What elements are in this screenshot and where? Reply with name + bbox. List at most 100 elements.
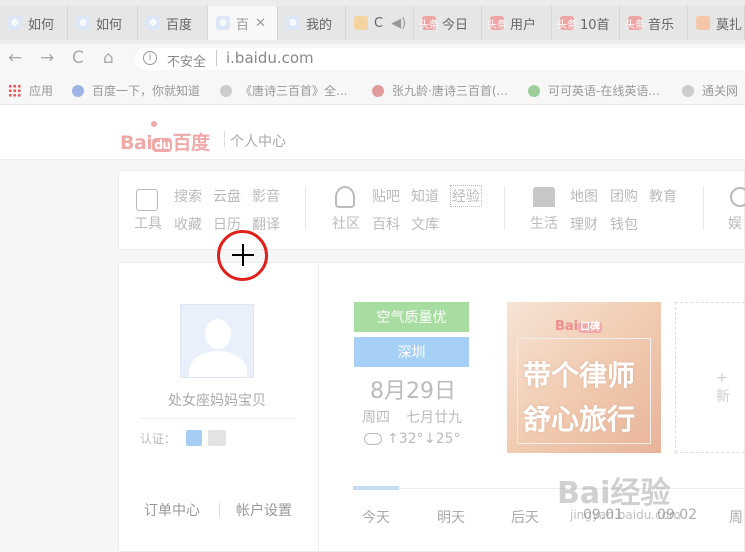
lunar-date: 七月廿九 <box>406 410 462 426</box>
apps-grid-icon <box>8 84 21 97</box>
header-divider <box>224 131 225 147</box>
forecast-tomorrow[interactable]: 明天 <box>437 507 465 527</box>
tools-label[interactable]: 工具 <box>134 213 162 233</box>
site-icon <box>372 84 384 97</box>
services-bar <box>118 170 745 250</box>
service-wenku[interactable]: 文库 <box>411 214 439 234</box>
temp-low: ↓25° <box>424 431 461 447</box>
bookmark-label: 通关网 <box>702 84 739 98</box>
bookmark-keke[interactable]: 可可英语-在线英语... <box>528 82 660 99</box>
paw-icon <box>72 84 84 97</box>
tab-11[interactable]: 莫扎 <box>688 6 745 40</box>
fun-label[interactable]: 娱 <box>728 213 742 233</box>
service-zhidao[interactable]: 知道 <box>411 186 439 206</box>
service-favorites[interactable]: 收藏 <box>174 214 202 234</box>
paw-icon: ✽ <box>146 16 160 30</box>
app-icon <box>354 16 368 30</box>
temp-high: ↑32° <box>387 431 424 447</box>
bookmark-apps[interactable]: 应用 <box>8 82 53 99</box>
globe-icon <box>682 84 694 97</box>
service-wallet[interactable]: 钱包 <box>610 214 638 234</box>
baidu-logo[interactable]: Bai du 百度 <box>120 128 210 155</box>
tab-7[interactable]: 头条 今日 <box>414 6 482 40</box>
logo-du: du <box>152 138 173 152</box>
tab-3[interactable]: ✽ 百度 <box>138 6 208 40</box>
divider <box>219 503 220 517</box>
ad-banner[interactable]: Bai 口碑 带个律师 舒心旅行 <box>507 302 661 453</box>
bookmark-label: 百度一下，你就知道 <box>92 84 201 98</box>
toutiao-icon: 头条 <box>487 16 507 31</box>
divider <box>703 186 704 230</box>
close-icon[interactable]: ✕ <box>255 16 266 31</box>
tab-10[interactable]: 头条 音乐 <box>620 6 688 40</box>
page-header <box>0 105 745 160</box>
life-label[interactable]: 生活 <box>530 213 558 233</box>
service-finance[interactable]: 理财 <box>570 214 598 234</box>
ad-brand-bai: Bai <box>555 319 579 334</box>
url-text[interactable]: i.baidu.com <box>226 49 314 67</box>
tab-2[interactable]: ✽ 如何 <box>68 6 138 40</box>
back-button[interactable]: ← <box>8 48 22 68</box>
tab-6[interactable]: C ◀) <box>346 6 414 40</box>
speaker-icon: ◀) <box>391 15 407 31</box>
globe-icon <box>220 84 232 97</box>
service-cloud[interactable]: 云盘 <box>213 186 241 206</box>
tab-8[interactable]: 头条 用户 <box>482 6 552 40</box>
forecast-active-indicator <box>353 486 399 490</box>
tab-label: 如何 <box>28 17 55 33</box>
paw-icon: ✽ <box>286 16 300 30</box>
paw-icon: ✽ <box>8 16 22 30</box>
tab-label: 百 <box>236 17 250 33</box>
forecast-today[interactable]: 今天 <box>362 507 390 527</box>
bookmark-zhangjiuling[interactable]: 张九龄·唐诗三百首(... <box>372 82 508 99</box>
tab-label: C <box>374 15 384 31</box>
service-map[interactable]: 地图 <box>570 186 598 206</box>
service-tieba[interactable]: 贴吧 <box>372 186 400 206</box>
service-tuangou[interactable]: 团购 <box>610 186 638 206</box>
city-button[interactable]: 深圳 <box>354 337 469 367</box>
home-button[interactable]: ⌂ <box>103 48 114 68</box>
paw-icon <box>151 121 157 127</box>
service-translate[interactable]: 翻译 <box>252 214 280 234</box>
page-title: 个人中心 <box>230 134 286 150</box>
bookmark-label: 《唐诗三百首》全... <box>240 84 348 98</box>
toutiao-icon: 头条 <box>419 16 439 31</box>
forecast-divider <box>353 488 745 489</box>
bookmark-tongguan[interactable]: 通关网 <box>682 82 738 99</box>
weekday: 周四 <box>362 410 390 426</box>
service-baike[interactable]: 百科 <box>372 214 400 234</box>
order-center-link[interactable]: 订单中心 <box>144 500 200 520</box>
column-divider <box>318 263 319 551</box>
info-icon[interactable]: i <box>143 51 157 65</box>
bookmark-label: 张九龄·唐诗三百首(... <box>392 84 508 98</box>
community-label[interactable]: 社区 <box>332 213 360 233</box>
verify-label: 认证： <box>140 432 177 446</box>
tab-9[interactable]: 头条 10首 <box>552 6 620 40</box>
service-search[interactable]: 搜索 <box>174 186 202 206</box>
divider <box>140 418 296 419</box>
service-jingyan[interactable]: 经验 <box>450 185 482 207</box>
service-education[interactable]: 教育 <box>649 186 677 206</box>
avatar[interactable] <box>180 304 254 378</box>
username[interactable]: 处女座妈妈宝贝 <box>168 390 266 410</box>
account-settings-link[interactable]: 帐户设置 <box>236 500 292 520</box>
forecast-next[interactable]: 周 <box>729 507 743 527</box>
reload-button[interactable]: C <box>72 48 84 68</box>
tab-label: 我的 <box>306 17 333 33</box>
service-video[interactable]: 影音 <box>252 186 280 206</box>
bookmark-baidu[interactable]: 百度一下，你就知道 <box>72 82 200 99</box>
toutiao-icon: 头条 <box>557 16 577 31</box>
bookmark-tangshi[interactable]: 《唐诗三百首》全... <box>220 82 347 99</box>
tab-label: 10首 <box>580 17 610 33</box>
security-label: 不安全 <box>167 55 207 70</box>
new-card-label[interactable]: + 新 <box>716 370 745 406</box>
phone-verify-icon[interactable] <box>186 430 202 446</box>
tab-5[interactable]: ✽ 我的 <box>278 6 346 40</box>
forward-button[interactable]: → <box>40 48 54 68</box>
forecast-day-after[interactable]: 后天 <box>511 507 539 527</box>
paw-icon: ✽ <box>76 16 90 30</box>
tab-active[interactable]: ✽ 百 ✕ <box>208 6 278 40</box>
ad-line2: 舒心旅行 <box>523 403 636 436</box>
tab-1[interactable]: ✽ 如何 <box>0 6 68 40</box>
email-verify-icon[interactable] <box>208 430 226 446</box>
